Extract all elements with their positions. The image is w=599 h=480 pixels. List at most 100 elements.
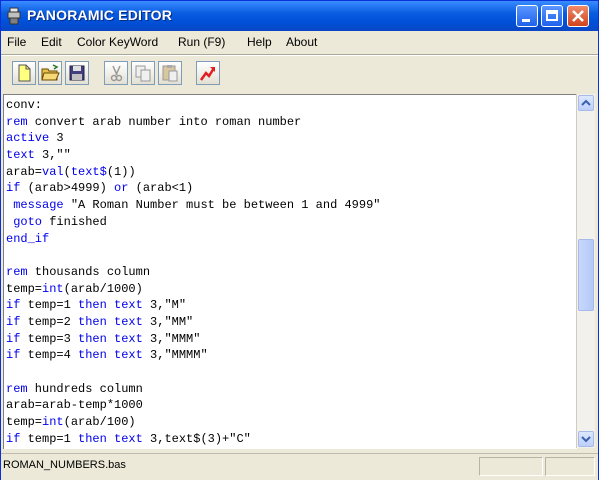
code-line[interactable]: if temp=2 then text 3,"MM" <box>6 314 380 331</box>
paste-button[interactable] <box>158 61 182 85</box>
code-line[interactable]: rem thousands column <box>6 264 380 281</box>
code-keyword: rem <box>6 114 28 129</box>
code-keyword: text <box>114 348 143 363</box>
code-token: temp= <box>6 281 43 296</box>
code-keyword: active <box>6 131 50 146</box>
code-keyword: text <box>114 298 143 313</box>
status-bar: ROMAN_NUMBERS.bas <box>1 453 598 480</box>
code-line[interactable]: message "A Roman Number must be between … <box>6 197 380 214</box>
vertical-scrollbar[interactable] <box>576 94 595 448</box>
code-keyword: rem <box>6 381 28 396</box>
code-line[interactable]: rem hundreds column <box>6 381 380 398</box>
code-editor[interactable]: conv: rem convert arab number into roman … <box>3 94 577 449</box>
code-keyword: message <box>13 198 64 213</box>
code-line[interactable]: temp=int(arab/100) <box>6 414 380 431</box>
menu-color-keyword[interactable]: Color KeyWord <box>77 35 158 49</box>
code-line[interactable]: if temp=1 then text 3,"M" <box>6 297 380 314</box>
code-token: 3 <box>49 131 64 146</box>
copy-button[interactable] <box>131 61 155 85</box>
code-keyword: then <box>78 298 107 313</box>
cut-scissors-icon <box>110 65 123 82</box>
code-token: finished <box>42 214 107 229</box>
code-keyword: if <box>6 181 21 196</box>
code-line[interactable]: if (arab>4999) or (arab<1) <box>6 180 380 197</box>
code-keyword: int <box>42 415 64 430</box>
minimize-button[interactable] <box>516 5 538 27</box>
code-token: temp=1 <box>20 298 79 313</box>
save-button[interactable] <box>65 61 89 85</box>
open-file-button[interactable] <box>38 61 62 85</box>
menu-run[interactable]: Run (F9) <box>178 35 225 49</box>
code-token: (arab<1) <box>128 181 194 196</box>
code-token: (arab/100) <box>63 415 136 430</box>
code-keyword: if <box>6 314 21 329</box>
paste-icon <box>162 65 178 82</box>
code-line[interactable]: text 3,"" <box>6 147 380 164</box>
status-panel-2 <box>545 457 595 476</box>
code-line[interactable]: active 3 <box>6 130 380 147</box>
code-token: temp= <box>6 415 43 430</box>
code-line[interactable] <box>6 247 380 264</box>
menu-bar: File Edit Color KeyWord Run (F9) Help Ab… <box>1 31 598 53</box>
editor-window: PANORAMIC EDITOR File Edit Color KeyWord… <box>0 0 599 480</box>
code-line[interactable] <box>6 364 380 381</box>
scroll-up-button[interactable] <box>578 95 594 111</box>
code-keyword: or <box>114 181 129 196</box>
code-token: temp=3 <box>20 331 79 346</box>
code-line[interactable]: goto finished <box>6 214 380 231</box>
cut-button[interactable] <box>104 61 128 85</box>
code-token: ( <box>63 164 71 179</box>
code-keyword: text <box>114 431 143 446</box>
new-file-icon <box>18 64 31 82</box>
code-token: hundreds column <box>27 381 143 396</box>
code-line[interactable]: arab=arab-temp*1000 <box>6 397 380 414</box>
code-line[interactable]: if temp=4 then text 3,"MMMM" <box>6 347 380 364</box>
code-token: 3,"MMMM" <box>142 348 208 363</box>
code-line[interactable]: conv: <box>6 97 380 114</box>
code-token: 3,"" <box>34 148 71 163</box>
code-keyword: if <box>6 298 21 313</box>
code-line[interactable]: temp=int(arab/1000) <box>6 281 380 298</box>
code-keyword: val <box>42 164 64 179</box>
window-title: PANORAMIC EDITOR <box>27 7 173 23</box>
code-token: temp=4 <box>20 348 79 363</box>
code-line[interactable]: rem convert arab number into roman numbe… <box>6 114 380 131</box>
run-arrow-icon <box>199 67 216 81</box>
chevron-down-icon <box>581 436 591 443</box>
title-bar[interactable]: PANORAMIC EDITOR <box>1 1 598 31</box>
code-keyword: then <box>78 431 107 446</box>
code-token: "A Roman Number must be between 1 and 49… <box>63 198 381 213</box>
code-keyword: then <box>78 348 107 363</box>
scroll-thumb[interactable] <box>578 239 594 311</box>
status-filename: ROMAN_NUMBERS.bas <box>3 459 126 471</box>
menu-edit[interactable]: Edit <box>41 35 62 49</box>
open-folder-icon <box>41 64 60 81</box>
maximize-button[interactable] <box>541 5 563 27</box>
code-keyword: end_if <box>6 231 50 246</box>
code-line[interactable]: arab=val(text$(1)) <box>6 164 380 181</box>
code-keyword: then <box>78 314 107 329</box>
close-button[interactable] <box>567 5 589 27</box>
code-keyword: if <box>6 331 21 346</box>
code-keyword: text <box>6 148 35 163</box>
code-text[interactable]: conv: rem convert arab number into roman … <box>6 97 380 447</box>
code-token: (arab/1000) <box>63 281 143 296</box>
code-line[interactable]: if temp=3 then text 3,"MMM" <box>6 331 380 348</box>
code-line[interactable]: if temp=1 then text 3,text$(3)+"C" <box>6 431 380 448</box>
minimize-icon <box>522 19 530 22</box>
app-icon <box>7 7 21 25</box>
code-keyword: text <box>114 331 143 346</box>
menu-help[interactable]: Help <box>247 35 272 49</box>
new-file-button[interactable] <box>12 61 36 85</box>
scroll-down-button[interactable] <box>578 431 594 447</box>
menu-file[interactable]: File <box>7 35 26 49</box>
code-keyword: rem <box>6 264 28 279</box>
run-button[interactable] <box>196 61 220 85</box>
close-icon <box>572 10 584 22</box>
status-panel-1 <box>479 457 543 476</box>
menu-about[interactable]: About <box>286 35 317 49</box>
code-line[interactable]: end_if <box>6 231 380 248</box>
